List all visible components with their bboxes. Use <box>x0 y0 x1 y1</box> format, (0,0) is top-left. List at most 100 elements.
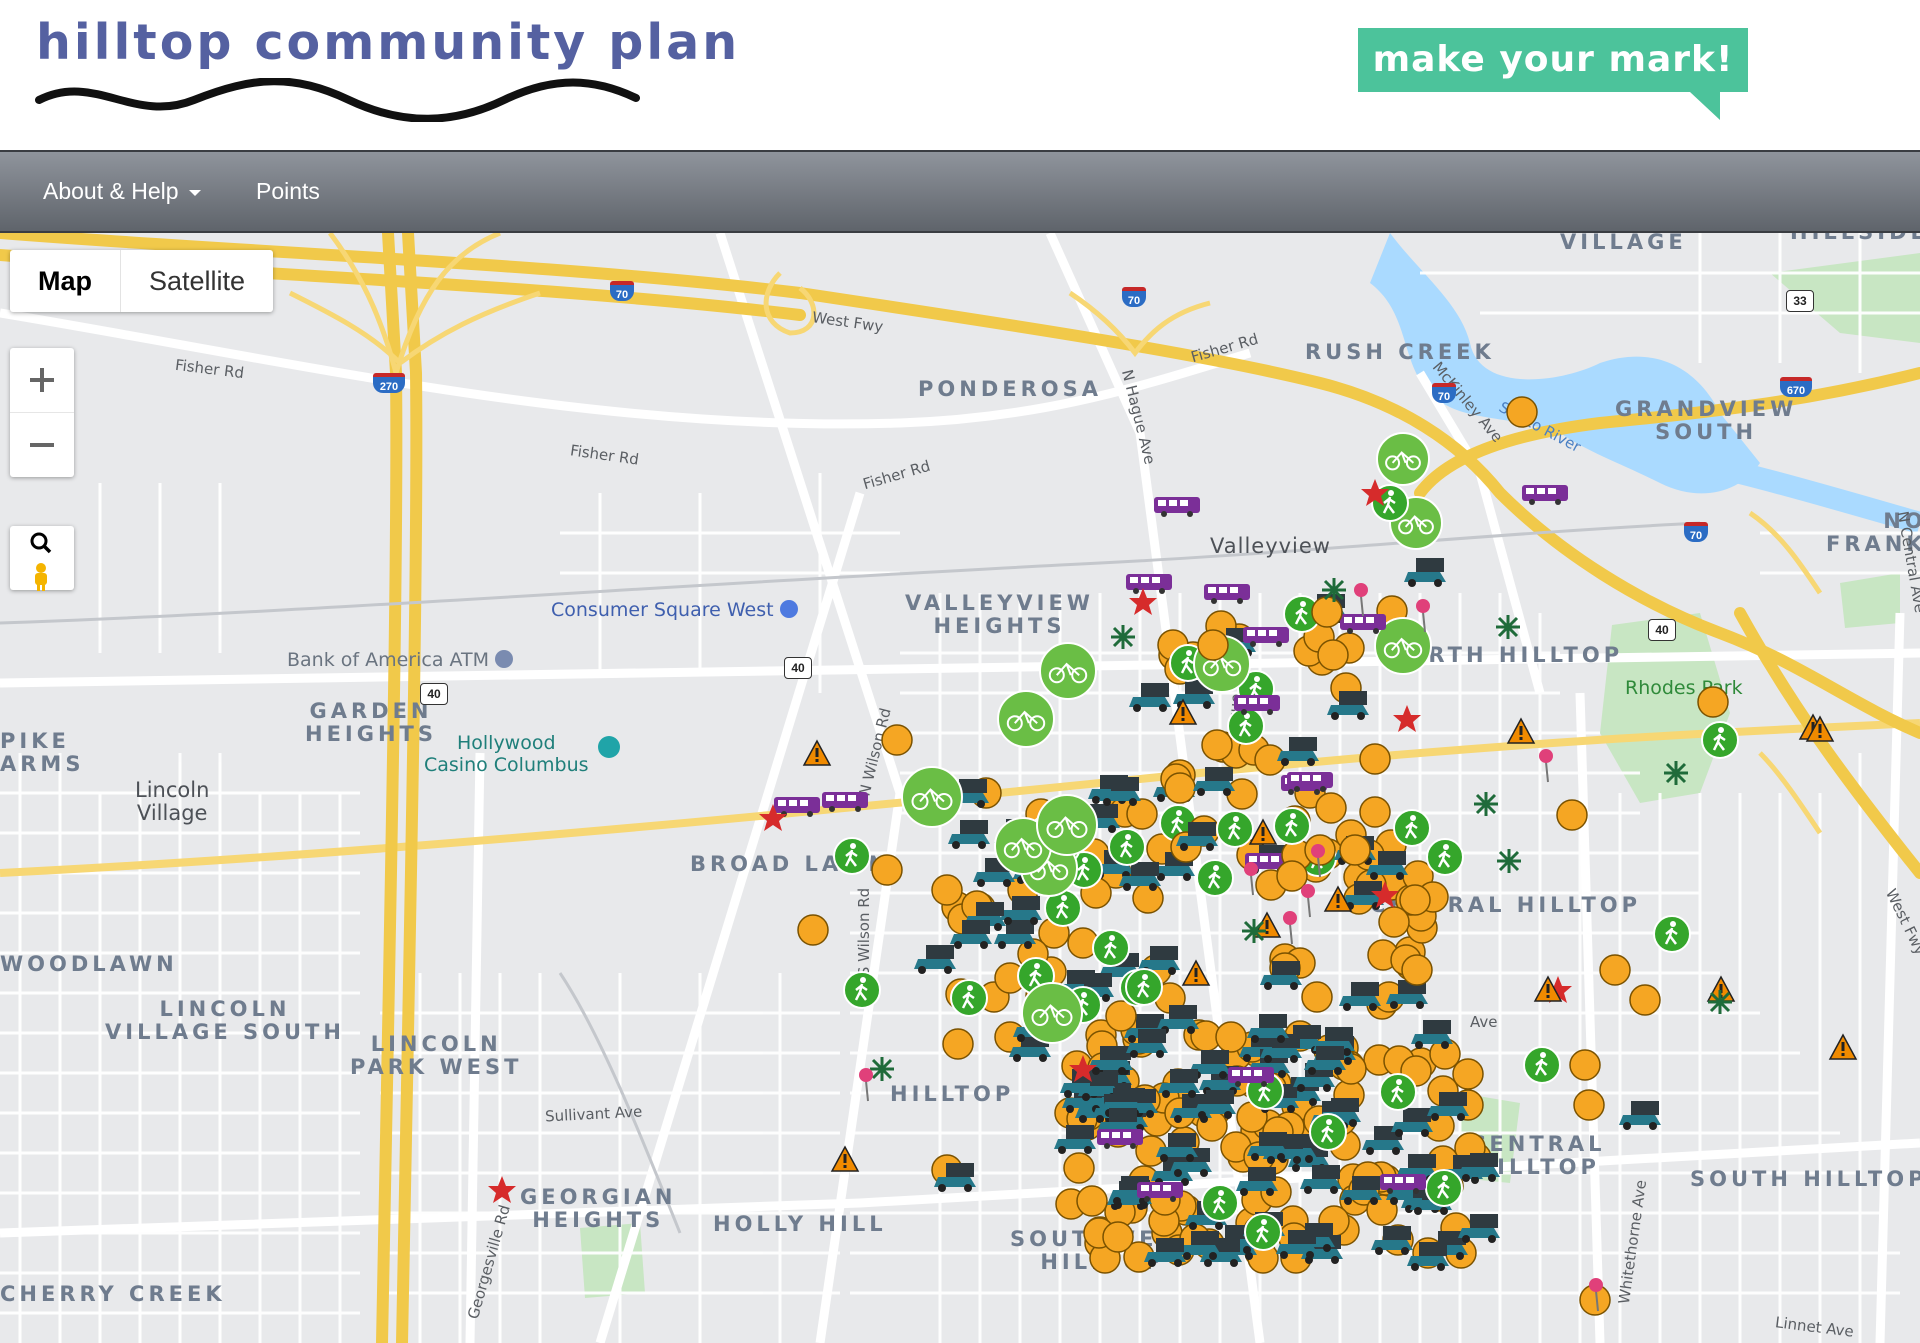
pedestrian-icon[interactable] <box>1243 1212 1283 1252</box>
warning-icon[interactable] <box>1506 717 1536 745</box>
orange-circle-icon[interactable] <box>1358 742 1392 776</box>
star-icon[interactable] <box>758 803 788 833</box>
warning-icon[interactable] <box>1533 975 1563 1003</box>
bus-icon[interactable] <box>1520 483 1572 507</box>
car-icon[interactable] <box>1273 737 1323 767</box>
pin-icon[interactable] <box>1353 582 1369 618</box>
zoom-out-button[interactable] <box>10 413 74 477</box>
pedestrian-icon[interactable] <box>1522 1045 1562 1085</box>
tree-icon[interactable] <box>1706 988 1734 1016</box>
site-title[interactable]: hilltop community plan <box>36 14 740 71</box>
bus-icon[interactable] <box>1095 1127 1147 1151</box>
map-view-button[interactable]: Map <box>10 250 121 312</box>
bus-icon[interactable] <box>1285 770 1337 794</box>
poi-bank-of-america-atm[interactable]: Bank of America ATM <box>287 649 514 671</box>
warning-icon[interactable] <box>1181 959 1211 987</box>
pegman-icon[interactable] <box>28 562 54 592</box>
car-icon[interactable] <box>1243 1132 1293 1162</box>
tree-icon[interactable] <box>1320 576 1348 604</box>
tree-icon[interactable] <box>1662 759 1690 787</box>
orange-circle-icon[interactable] <box>1505 395 1539 429</box>
orange-circle-icon[interactable] <box>1400 953 1434 987</box>
poi-consumer-square-west[interactable]: Consumer Square West <box>551 599 798 621</box>
orange-circle-icon[interactable] <box>1101 1220 1135 1254</box>
orange-circle-icon[interactable] <box>1598 953 1632 987</box>
orange-circle-icon[interactable] <box>796 913 830 947</box>
car-icon[interactable] <box>1095 777 1145 807</box>
orange-circle-icon[interactable] <box>1196 628 1230 662</box>
bus-icon[interactable] <box>820 790 872 814</box>
warning-icon[interactable] <box>802 739 832 767</box>
orange-circle-icon[interactable] <box>880 723 914 757</box>
pin-icon[interactable] <box>1310 843 1326 879</box>
star-icon[interactable] <box>1128 587 1158 617</box>
bicycle-icon[interactable] <box>1020 981 1084 1045</box>
pedestrian-icon[interactable] <box>1652 914 1692 954</box>
bus-icon[interactable] <box>1378 1172 1430 1196</box>
car-icon[interactable] <box>1189 767 1239 797</box>
pin-icon[interactable] <box>1243 861 1259 897</box>
bus-icon[interactable] <box>1226 1065 1278 1089</box>
star-icon[interactable] <box>1370 880 1400 910</box>
car-icon[interactable] <box>1300 1046 1350 1076</box>
warning-icon[interactable] <box>1168 698 1198 726</box>
warning-icon[interactable] <box>1828 1033 1858 1061</box>
nav-points-link[interactable]: Points <box>256 152 320 231</box>
orange-circle-icon[interactable] <box>1568 1048 1602 1082</box>
map-canvas[interactable]: VILLAGE HILLSIDE RUSH CREEK PONDEROSA GR… <box>0 233 1920 1343</box>
star-icon[interactable] <box>1068 1054 1098 1084</box>
star-icon[interactable] <box>487 1175 517 1205</box>
car-icon[interactable] <box>1243 1014 1293 1044</box>
pedestrian-icon[interactable] <box>949 978 989 1018</box>
pedestrian-icon[interactable] <box>1272 806 1312 846</box>
car-icon[interactable] <box>1423 1092 1473 1122</box>
orange-circle-icon[interactable] <box>930 873 964 907</box>
pin-icon[interactable] <box>1588 1277 1604 1313</box>
pedestrian-icon[interactable] <box>1308 1112 1348 1152</box>
pedestrian-icon[interactable] <box>1392 808 1432 848</box>
tree-icon[interactable] <box>1472 790 1500 818</box>
car-icon[interactable] <box>1335 982 1385 1012</box>
pedestrian-icon[interactable] <box>1700 720 1740 760</box>
bicycle-icon[interactable] <box>900 765 964 829</box>
car-icon[interactable] <box>1140 1238 1190 1268</box>
bus-icon[interactable] <box>1241 625 1293 649</box>
pedestrian-icon[interactable] <box>1091 928 1131 968</box>
car-icon[interactable] <box>1407 1020 1457 1050</box>
car-icon[interactable] <box>1403 1242 1453 1272</box>
pedestrian-icon[interactable] <box>832 836 872 876</box>
pedestrian-icon[interactable] <box>1195 858 1235 898</box>
zoom-in-button[interactable] <box>10 348 74 413</box>
car-icon[interactable] <box>1400 558 1450 588</box>
pin-icon[interactable] <box>858 1067 874 1103</box>
pedestrian-icon[interactable] <box>1200 1183 1240 1223</box>
pedestrian-icon[interactable] <box>842 970 882 1010</box>
pin-icon[interactable] <box>1300 883 1316 919</box>
pedestrian-icon[interactable] <box>1124 967 1164 1007</box>
bus-icon[interactable] <box>1202 582 1254 606</box>
car-icon[interactable] <box>1454 1214 1504 1244</box>
tree-icon[interactable] <box>1495 847 1523 875</box>
car-icon[interactable] <box>1122 1029 1172 1059</box>
orange-circle-icon[interactable] <box>870 853 904 887</box>
car-icon[interactable] <box>1323 691 1373 721</box>
orange-circle-icon[interactable] <box>1628 983 1662 1017</box>
bus-icon[interactable] <box>1232 693 1284 717</box>
car-icon[interactable] <box>1615 1101 1665 1131</box>
pedestrian-icon[interactable] <box>1424 1168 1464 1208</box>
bicycle-icon[interactable] <box>1035 793 1099 857</box>
make-your-mark-button[interactable]: make your mark! <box>1358 28 1748 92</box>
bus-icon[interactable] <box>1152 495 1204 519</box>
car-icon[interactable] <box>930 1163 980 1193</box>
star-icon[interactable] <box>1392 704 1422 734</box>
orange-circle-icon[interactable] <box>1338 833 1372 867</box>
star-icon[interactable] <box>1360 478 1390 508</box>
car-icon[interactable] <box>910 945 960 975</box>
car-icon[interactable] <box>1256 961 1306 991</box>
pedestrian-icon[interactable] <box>1378 1072 1418 1112</box>
orange-circle-icon[interactable] <box>1316 638 1350 672</box>
poi-hollywood-casino[interactable]: Hollywood Casino Columbus <box>424 732 589 776</box>
tree-icon[interactable] <box>1494 613 1522 641</box>
pin-icon[interactable] <box>1415 598 1431 634</box>
warning-icon[interactable] <box>1248 818 1278 846</box>
